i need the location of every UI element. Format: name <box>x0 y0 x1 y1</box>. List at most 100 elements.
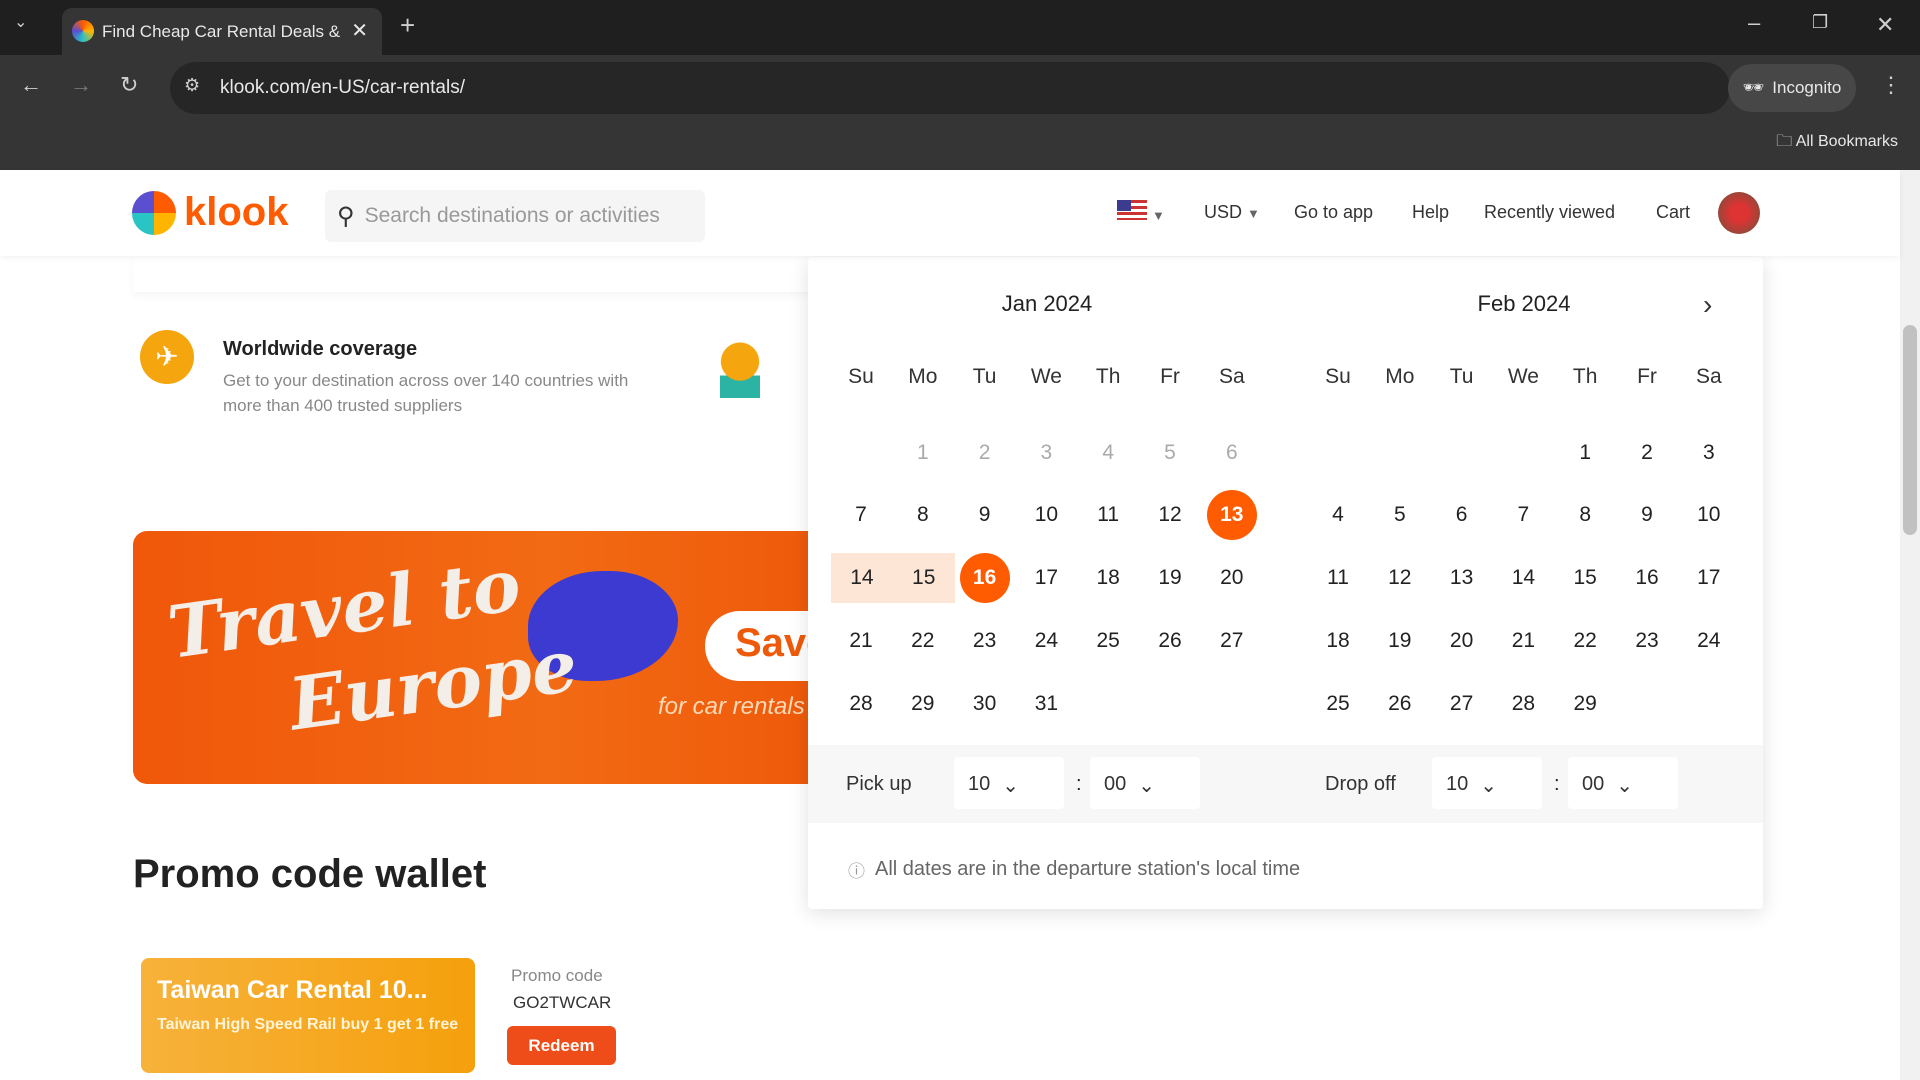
calendar-day[interactable]: 18 <box>1078 553 1138 603</box>
calendar-day[interactable]: 20 <box>1432 616 1492 666</box>
calendar-day[interactable]: 6 <box>1432 490 1492 540</box>
currency-select[interactable]: USD ▼ <box>1204 202 1260 223</box>
calendar-day[interactable]: 29 <box>1555 679 1615 729</box>
tab-search-icon[interactable]: ⌄ <box>14 12 27 32</box>
menu-icon[interactable]: ⋮ <box>1880 72 1902 98</box>
url-text: klook.com/en-US/car-rentals/ <box>220 77 465 98</box>
logo-icon <box>132 190 176 235</box>
calendar-day[interactable]: 31 <box>1016 679 1076 729</box>
calendar-day[interactable]: 11 <box>1078 490 1138 540</box>
calendar-day[interactable]: 22 <box>1555 616 1615 666</box>
site-info-icon[interactable]: ⚙ <box>184 75 200 96</box>
pickup-hour-select[interactable]: 10 ⌄ <box>954 757 1064 809</box>
calendar-day[interactable]: 1 <box>1555 428 1615 478</box>
calendar-day[interactable]: 13 <box>1202 490 1262 540</box>
calendar-day[interactable]: 20 <box>1202 553 1262 603</box>
recently-viewed-link[interactable]: Recently viewed <box>1484 202 1615 223</box>
restore-icon[interactable]: ❐ <box>1812 12 1828 33</box>
calendar-day[interactable]: 10 <box>1679 490 1739 540</box>
calendar-day[interactable]: 27 <box>1202 616 1262 666</box>
calendar-day[interactable]: 28 <box>1493 679 1553 729</box>
scrollbar[interactable] <box>1900 170 1920 1080</box>
calendar-day[interactable]: 19 <box>1140 553 1200 603</box>
calendar-day[interactable]: 27 <box>1432 679 1492 729</box>
dropoff-hour-select[interactable]: 10 ⌄ <box>1432 757 1542 809</box>
help-link[interactable]: Help <box>1412 202 1449 223</box>
back-icon[interactable]: ← <box>20 72 42 98</box>
reload-icon[interactable]: ↻ <box>120 72 138 98</box>
calendar-day[interactable]: 7 <box>1493 490 1553 540</box>
calendar-day[interactable]: 28 <box>831 679 891 729</box>
forward-icon[interactable]: → <box>70 72 92 98</box>
note-text: All dates are in the departure station's… <box>875 858 1301 880</box>
language-select[interactable]: ▼ <box>1117 200 1165 225</box>
calendar-day[interactable]: 17 <box>1016 553 1076 603</box>
all-bookmarks[interactable]: 🗀 All Bookmarks <box>1776 130 1898 157</box>
redeem-button[interactable]: Redeem <box>507 1026 616 1065</box>
calendar-day[interactable]: 5 <box>1370 490 1430 540</box>
calendar-day[interactable]: 25 <box>1078 616 1138 666</box>
calendar-day[interactable]: 9 <box>1617 490 1677 540</box>
calendar-day[interactable]: 7 <box>831 490 891 540</box>
calendar-day[interactable]: 3 <box>1679 428 1739 478</box>
calendar-day[interactable]: 17 <box>1679 553 1739 603</box>
calendar-day[interactable]: 19 <box>1370 616 1430 666</box>
calendar-day[interactable]: 11 <box>1308 553 1368 603</box>
calendar-day[interactable]: 9 <box>955 490 1015 540</box>
scrollbar-thumb[interactable] <box>1903 325 1917 535</box>
incognito-icon: 🕶 <box>1742 78 1765 97</box>
calendar-day[interactable]: 29 <box>893 679 953 729</box>
calendar-day[interactable]: 16 <box>1617 553 1677 603</box>
weekday-header: Sa <box>1695 365 1722 388</box>
calendar-day[interactable]: 25 <box>1308 679 1368 729</box>
calendar-day[interactable]: 23 <box>955 616 1015 666</box>
calendar-day[interactable]: 15 <box>1555 553 1615 603</box>
calendar-day[interactable]: 12 <box>1370 553 1430 603</box>
calendar-day[interactable]: 2 <box>1617 428 1677 478</box>
calendar-day[interactable]: 24 <box>1016 616 1076 666</box>
next-month-icon[interactable]: › <box>1703 289 1712 321</box>
coupon-card[interactable]: Taiwan Car Rental 10... Taiwan High Spee… <box>141 958 475 1073</box>
calendar-day[interactable]: 30 <box>955 679 1015 729</box>
us-flag-icon <box>1117 200 1147 220</box>
banner-title: Travel to Europe <box>162 541 583 747</box>
coupon-title: Taiwan Car Rental 10... <box>157 976 428 1004</box>
chevron-down-icon: ⌄ <box>1480 775 1498 797</box>
go-to-app-link[interactable]: Go to app <box>1294 202 1373 223</box>
cart-link[interactable]: Cart <box>1656 202 1690 223</box>
calendar-day[interactable]: 23 <box>1617 616 1677 666</box>
calendar-day[interactable]: 8 <box>1555 490 1615 540</box>
calendar-day[interactable]: 26 <box>1370 679 1430 729</box>
calendar-day[interactable]: 26 <box>1140 616 1200 666</box>
calendar-day[interactable]: 13 <box>1432 553 1492 603</box>
minimize-icon[interactable]: – <box>1748 10 1760 36</box>
close-window-icon[interactable]: ✕ <box>1876 12 1894 38</box>
calendar-day[interactable]: 12 <box>1140 490 1200 540</box>
calendar-day[interactable]: 22 <box>893 616 953 666</box>
address-bar[interactable]: ⚙ klook.com/en-US/car-rentals/ <box>170 62 1730 114</box>
browser-tab[interactable]: Find Cheap Car Rental Deals & ✕ <box>62 8 382 55</box>
calendar-day[interactable]: 8 <box>893 490 953 540</box>
calendar-day[interactable]: 14 <box>1493 553 1553 603</box>
calendar-day[interactable]: 21 <box>1493 616 1553 666</box>
klook-logo[interactable]: klook <box>132 190 288 235</box>
calendar-day[interactable]: 18 <box>1308 616 1368 666</box>
calendar-day[interactable]: 15 <box>892 553 955 603</box>
new-tab-icon[interactable]: + <box>400 10 415 41</box>
calendar-day[interactable]: 16 <box>955 553 1015 603</box>
search-input[interactable]: ⚲ Search destinations or activities <box>325 190 705 242</box>
dropoff-minute-select[interactable]: 00 ⌄ <box>1568 757 1678 809</box>
calendar-day[interactable]: 21 <box>831 616 891 666</box>
calendar-day[interactable]: 4 <box>1308 490 1368 540</box>
incognito-badge[interactable]: 🕶 Incognito <box>1728 64 1856 112</box>
calendar-day[interactable]: 24 <box>1679 616 1739 666</box>
pickup-label: Pick up <box>846 773 912 795</box>
calendar-day[interactable]: 14 <box>831 553 893 603</box>
calendar-day: 5 <box>1164 441 1176 464</box>
promo-banner[interactable]: Travel to Europe Save for car rentals <box>133 531 823 784</box>
avatar[interactable] <box>1718 192 1760 234</box>
weekday-header: Mo <box>908 365 938 388</box>
pickup-minute-select[interactable]: 00 ⌄ <box>1090 757 1200 809</box>
close-tab-icon[interactable]: ✕ <box>351 18 368 43</box>
calendar-day[interactable]: 10 <box>1016 490 1076 540</box>
